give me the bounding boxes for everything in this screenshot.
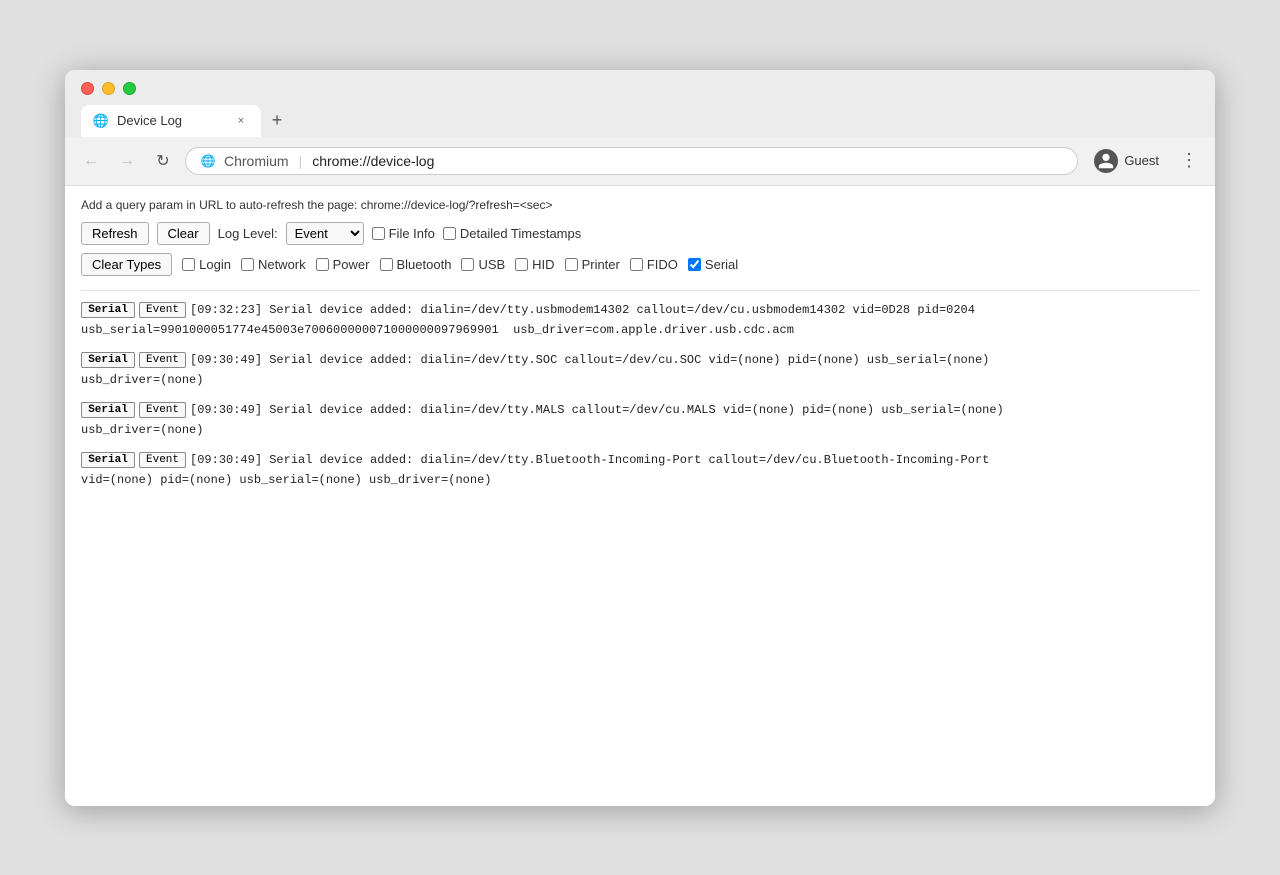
maximize-window-button[interactable] [123,82,136,95]
log-entry: Serial Event [09:32:23] Serial device ad… [81,301,1199,339]
content-divider [81,290,1199,291]
log-event-tag: Event [139,302,186,318]
log-line2: usb_driver=(none) [81,371,1199,389]
log-line2: vid=(none) pid=(none) usb_serial=(none) … [81,471,1199,489]
clear-types-button[interactable]: Clear Types [81,253,172,276]
log-tag-serial: Serial [81,452,135,468]
log-entry-header: Serial Event [09:30:49] Serial device ad… [81,351,1199,369]
forward-button[interactable]: → [113,147,141,175]
tab-favicon-icon: 🌐 [93,113,109,129]
clear-button[interactable]: Clear [157,222,210,245]
log-entry: Serial Event [09:30:49] Serial device ad… [81,451,1199,489]
log-entry: Serial Event [09:30:49] Serial device ad… [81,401,1199,439]
new-tab-button[interactable]: + [263,107,291,135]
close-window-button[interactable] [81,82,94,95]
serial-type-label[interactable]: Serial [688,257,738,272]
login-type-label[interactable]: Login [182,257,231,272]
file-info-checkbox[interactable] [372,227,385,240]
log-event-tag: Event [139,402,186,418]
hid-type-checkbox[interactable] [515,258,528,271]
refresh-button[interactable]: Refresh [81,222,149,245]
address-bar[interactable]: 🌐 Chromium | chrome://device-log [185,147,1078,175]
address-chromium-label: Chromium [224,153,289,169]
info-bar: Add a query param in URL to auto-refresh… [81,198,1199,212]
minimize-window-button[interactable] [102,82,115,95]
printer-type-checkbox[interactable] [565,258,578,271]
log-level-label: Log Level: [218,226,278,241]
title-bar: 🌐 Device Log × + [65,70,1215,137]
fido-type-label[interactable]: FIDO [630,257,678,272]
controls-row: Refresh Clear Log Level: Event Debug Inf… [81,222,1199,245]
types-row: Clear Types Login Network Power Bluetoot… [81,253,1199,276]
hid-type-label[interactable]: HID [515,257,554,272]
traffic-lights [81,82,1199,95]
nav-right: Guest ⋮ [1086,145,1203,177]
bluetooth-type-checkbox[interactable] [380,258,393,271]
log-entries-container: Serial Event [09:32:23] Serial device ad… [81,301,1199,489]
address-separator: | [299,153,303,169]
serial-type-checkbox[interactable] [688,258,701,271]
log-text: [09:30:49] Serial device added: dialin=/… [190,451,989,469]
log-event-tag: Event [139,452,186,468]
log-text: [09:32:23] Serial device added: dialin=/… [190,301,975,319]
log-event-tag: Event [139,352,186,368]
log-entry-header: Serial Event [09:32:23] Serial device ad… [81,301,1199,319]
usb-type-checkbox[interactable] [461,258,474,271]
log-text: [09:30:49] Serial device added: dialin=/… [190,351,989,369]
account-button[interactable]: Guest [1086,145,1167,177]
address-url: chrome://device-log [312,153,434,169]
power-type-label[interactable]: Power [316,257,370,272]
log-entry: Serial Event [09:30:49] Serial device ad… [81,351,1199,389]
power-type-checkbox[interactable] [316,258,329,271]
login-type-checkbox[interactable] [182,258,195,271]
network-type-label[interactable]: Network [241,257,306,272]
active-tab[interactable]: 🌐 Device Log × [81,105,261,137]
account-label: Guest [1124,153,1159,168]
browser-menu-button[interactable]: ⋮ [1175,147,1203,175]
log-line2: usb_serial=9901000051774e45003e700600000… [81,321,1199,339]
page-content: Add a query param in URL to auto-refresh… [65,186,1215,806]
tab-title: Device Log [117,113,225,128]
detailed-timestamps-checkbox[interactable] [443,227,456,240]
detailed-timestamps-checkbox-label[interactable]: Detailed Timestamps [443,226,581,241]
browser-window: 🌐 Device Log × + ← → ↻ 🌐 Chromium | chro… [65,70,1215,806]
reload-button[interactable]: ↻ [149,147,177,175]
printer-type-label[interactable]: Printer [565,257,620,272]
log-line2: usb_driver=(none) [81,421,1199,439]
file-info-checkbox-label[interactable]: File Info [372,226,435,241]
log-text: [09:30:49] Serial device added: dialin=/… [190,401,1004,419]
log-entry-header: Serial Event [09:30:49] Serial device ad… [81,401,1199,419]
nav-bar: ← → ↻ 🌐 Chromium | chrome://device-log G… [65,137,1215,186]
address-favicon-icon: 🌐 [200,153,216,169]
usb-type-label[interactable]: USB [461,257,505,272]
tabs-row: 🌐 Device Log × + [81,105,1199,137]
back-button[interactable]: ← [77,147,105,175]
log-level-select[interactable]: Event Debug Info Warning Error [286,222,364,245]
fido-type-checkbox[interactable] [630,258,643,271]
network-type-checkbox[interactable] [241,258,254,271]
log-tag-serial: Serial [81,352,135,368]
log-tag-serial: Serial [81,302,135,318]
bluetooth-type-label[interactable]: Bluetooth [380,257,452,272]
account-avatar-icon [1094,149,1118,173]
close-tab-button[interactable]: × [233,113,249,129]
log-tag-serial: Serial [81,402,135,418]
log-entry-header: Serial Event [09:30:49] Serial device ad… [81,451,1199,469]
